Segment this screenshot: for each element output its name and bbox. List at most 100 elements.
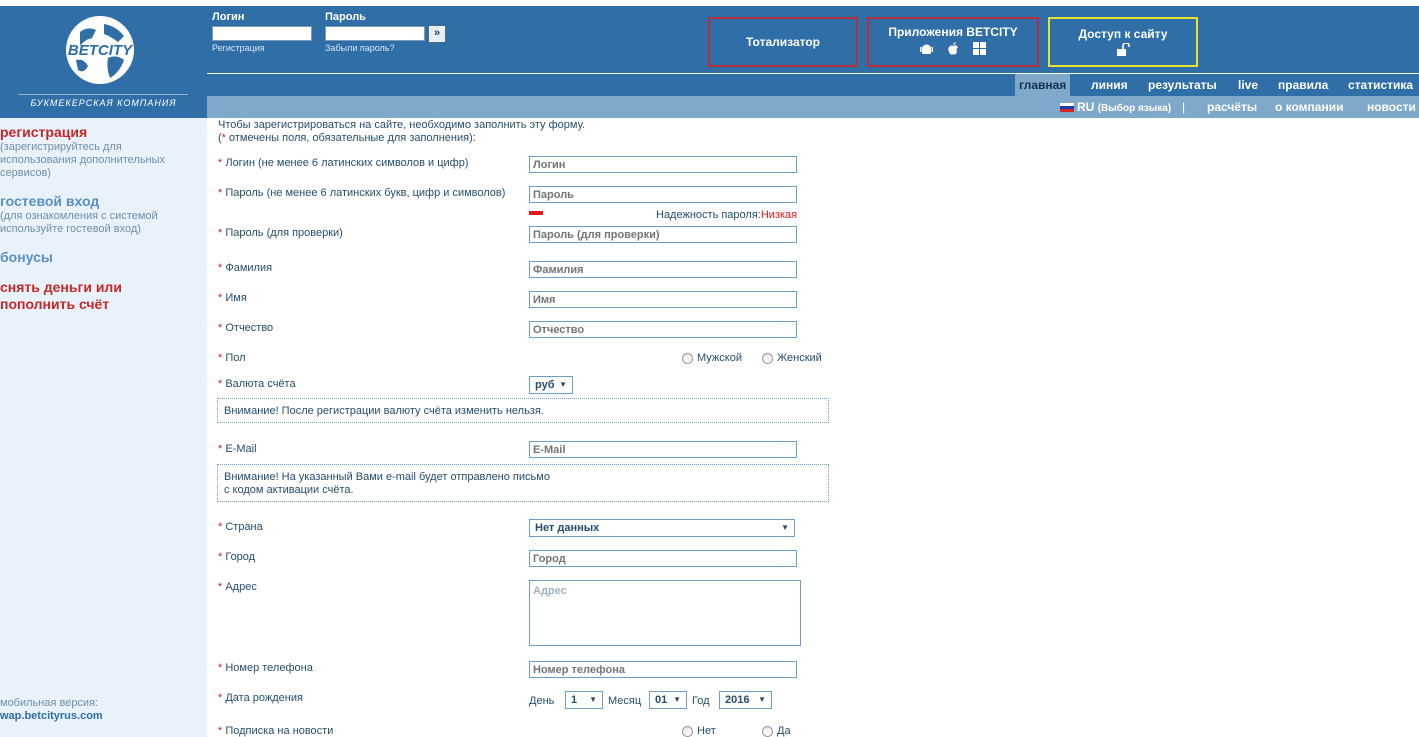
tote-label: Тотализатор [745, 35, 820, 49]
surname-field-label: * Фамилия [218, 262, 273, 274]
tote-button[interactable]: Тотализатор [708, 17, 858, 67]
site-header: BETCITY БУКМЕКЕРСКАЯ КОМПАНИЯ Логин Паро… [0, 0, 1419, 118]
login-input[interactable] [212, 26, 312, 41]
form-intro: Чтобы зарегистрироваться на сайте, необх… [218, 119, 585, 145]
email-input[interactable] [529, 441, 797, 458]
password-input[interactable] [325, 26, 425, 41]
nav-main-live[interactable]: live [1234, 74, 1262, 96]
nav-main-rules[interactable]: правила [1274, 74, 1332, 96]
email-field-label: * E-Mail [218, 443, 257, 455]
sidebar-guest-hint: (для ознакомления с системой используйте… [0, 210, 158, 235]
apps-button[interactable]: Приложения BETCITY [867, 17, 1039, 67]
gender-male-radio[interactable]: Мужской [682, 352, 742, 364]
year-select[interactable]: 2016 ▼ [719, 691, 772, 709]
patronymic-field-label: * Отчество [218, 322, 274, 334]
logo-divider [18, 94, 188, 95]
email-warning: Внимание! На указанный Вами e-mail будет… [217, 464, 829, 502]
surname-input[interactable] [529, 261, 797, 278]
nav-main-stats[interactable]: статистика [1344, 74, 1417, 96]
country-field-label: * Страна [218, 521, 263, 533]
nav-main-results[interactable]: результаты [1144, 74, 1221, 96]
forgot-password-link[interactable]: Забыли пароль? [325, 43, 394, 53]
month-label: Месяц [608, 695, 642, 707]
nav-secondary-news[interactable]: новости [1367, 96, 1416, 118]
secondary-nav: RU (Выбор языка) | расчёты о компании но… [207, 96, 1419, 118]
logo-tagline: БУКМЕКЕРСКАЯ КОМПАНИЯ [30, 98, 177, 108]
currency-select[interactable]: руб ▼ [529, 376, 573, 394]
reg-password-confirm-input[interactable] [529, 226, 797, 243]
language-selector[interactable]: RU (Выбор языка) [1060, 96, 1171, 118]
sidebar-register-link[interactable]: регистрация [0, 124, 87, 140]
russia-flag-icon [1060, 103, 1074, 113]
unlock-icon [1117, 42, 1130, 56]
radio-icon [682, 352, 693, 364]
day-label: День [529, 695, 555, 707]
main-nav: главная линия результаты live правила ст… [207, 74, 1419, 96]
nav-secondary-about[interactable]: о компании [1275, 96, 1343, 118]
gender-female-radio[interactable]: Женский [762, 352, 822, 364]
gender-field-label: * Пол [218, 352, 246, 364]
nav-main-home[interactable]: главная [1015, 74, 1071, 96]
site-access-button[interactable]: Доступ к сайту [1048, 17, 1198, 67]
city-input[interactable] [529, 550, 797, 567]
patronymic-input[interactable] [529, 321, 797, 338]
day-select[interactable]: 1 ▼ [565, 691, 603, 709]
address-field-label: * Адрес [218, 581, 257, 593]
country-select[interactable]: Нет данных ▼ [529, 519, 795, 537]
reg-password-input[interactable] [529, 186, 797, 203]
password-label: Пароль [325, 11, 366, 23]
password-strength-value: Низкая [760, 209, 798, 221]
nav-secondary-settlements[interactable]: расчёты [1207, 96, 1257, 118]
login-submit-button[interactable]: » [428, 25, 446, 43]
password2-field-label: * Пароль (для проверки) [218, 227, 343, 239]
windows-icon[interactable] [973, 42, 986, 55]
password-strength-bar [529, 211, 543, 215]
name-field-label: * Имя [218, 292, 247, 304]
mobile-version-link[interactable]: wap.betcityrus.com [0, 710, 103, 722]
sidebar-bonuses-link[interactable]: бонусы [0, 249, 53, 265]
radio-icon [762, 352, 773, 364]
nav-main-line[interactable]: линия [1087, 74, 1132, 96]
phone-field-label: * Номер телефона [218, 662, 313, 674]
site-access-label: Доступ к сайту [1078, 27, 1168, 41]
form-intro-line1: Чтобы зарегистрироваться на сайте, необх… [218, 119, 586, 131]
phone-input[interactable] [529, 661, 797, 678]
sidebar: регистрация (зарегистрируйтесь для испол… [0, 118, 207, 737]
dropdown-arrow-icon: ▼ [589, 695, 597, 704]
dropdown-arrow-icon: ▼ [758, 695, 766, 704]
name-input[interactable] [529, 291, 797, 308]
dropdown-arrow-icon: ▼ [781, 523, 789, 532]
register-link[interactable]: Регистрация [212, 43, 265, 53]
reg-login-input[interactable] [529, 156, 797, 173]
sidebar-money-link-line1[interactable]: снять деньги или [0, 279, 122, 295]
mobile-version-label: мобильная версия: [0, 697, 99, 709]
currency-field-label: * Валюта счёта [218, 378, 296, 390]
sidebar-guest-link[interactable]: гостевой вход [0, 193, 99, 209]
birthdate-field-label: * Дата рождения [218, 692, 303, 704]
login-label: Логин [212, 11, 245, 23]
android-icon[interactable] [920, 42, 933, 56]
currency-warning: Внимание! После регистрации валюту счёта… [217, 398, 829, 423]
language-hint: (Выбор языка) [1097, 103, 1172, 114]
language-code: RU [1077, 100, 1095, 114]
globe-logo-icon: BETCITY [66, 16, 134, 84]
sidebar-money-link-line2[interactable]: пополнить счёт [0, 296, 109, 312]
newsletter-field-label: * Подписка на новости [218, 725, 334, 737]
month-select[interactable]: 01 ▼ [649, 691, 687, 709]
topbar: Логин Пароль » Регистрация Забыли пароль… [207, 6, 1419, 73]
password-strength: Надежность пароля:Низкая [656, 209, 798, 221]
sidebar-register-hint: (зарегистрируйтесь для использования доп… [0, 141, 166, 179]
logo-block[interactable]: BETCITY БУКМЕКЕРСКАЯ КОМПАНИЯ [0, 6, 207, 118]
apple-icon[interactable] [947, 42, 959, 56]
form-intro-line2: (* отмечены поля, обязательные для запол… [218, 132, 476, 144]
city-field-label: * Город [218, 551, 256, 563]
address-textarea[interactable]: Адрес [529, 580, 801, 646]
radio-icon [762, 725, 773, 737]
newsletter-yes-radio[interactable]: Да [762, 725, 791, 737]
login-field-label: * Логин (не менее 6 латинских символов и… [218, 157, 469, 169]
nav-separator: | [1182, 100, 1186, 114]
newsletter-no-radio[interactable]: Нет [682, 725, 716, 737]
password-field-label: * Пароль (не менее 6 латинских букв, циф… [218, 187, 506, 199]
year-label: Год [692, 695, 710, 707]
dropdown-arrow-icon: ▼ [559, 380, 567, 389]
